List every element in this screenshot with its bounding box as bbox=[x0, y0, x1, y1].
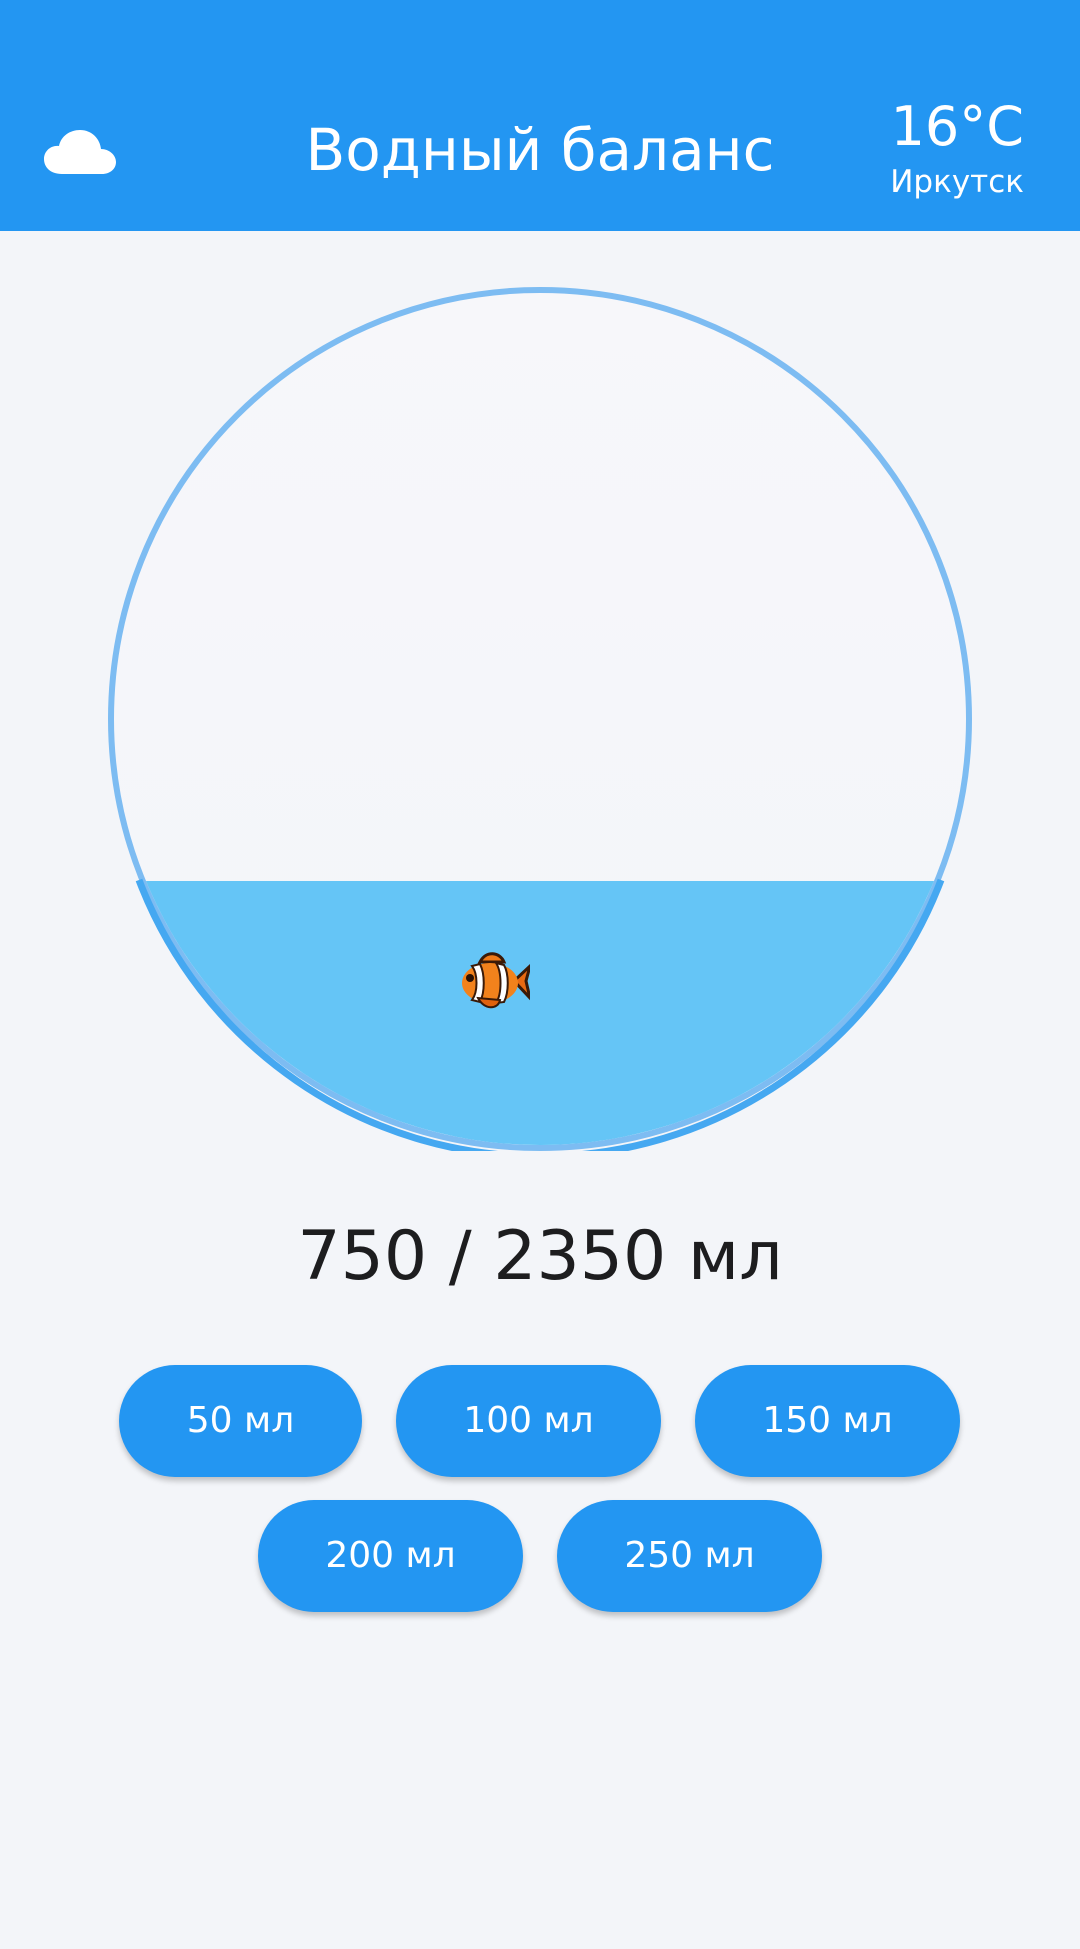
add-250ml-button[interactable]: 250 мл bbox=[557, 1500, 822, 1612]
city-label: Иркутск bbox=[890, 164, 1024, 200]
weather-widget: 16°C Иркутск bbox=[824, 92, 1024, 202]
add-200ml-button[interactable]: 200 мл bbox=[258, 1500, 523, 1612]
intake-progress-text: 750 / 2350 мл bbox=[297, 1217, 783, 1296]
water-level bbox=[114, 880, 966, 1145]
clownfish-icon bbox=[462, 952, 530, 1009]
add-100ml-button[interactable]: 100 мл bbox=[396, 1365, 661, 1477]
add-150ml-button[interactable]: 150 мл bbox=[695, 1365, 960, 1477]
app-bar: Водный баланс 16°C Иркутск bbox=[0, 0, 1080, 231]
water-tank bbox=[108, 287, 972, 1151]
add-50ml-button[interactable]: 50 мл bbox=[119, 1365, 362, 1477]
temperature-label: 16°C bbox=[890, 95, 1024, 158]
